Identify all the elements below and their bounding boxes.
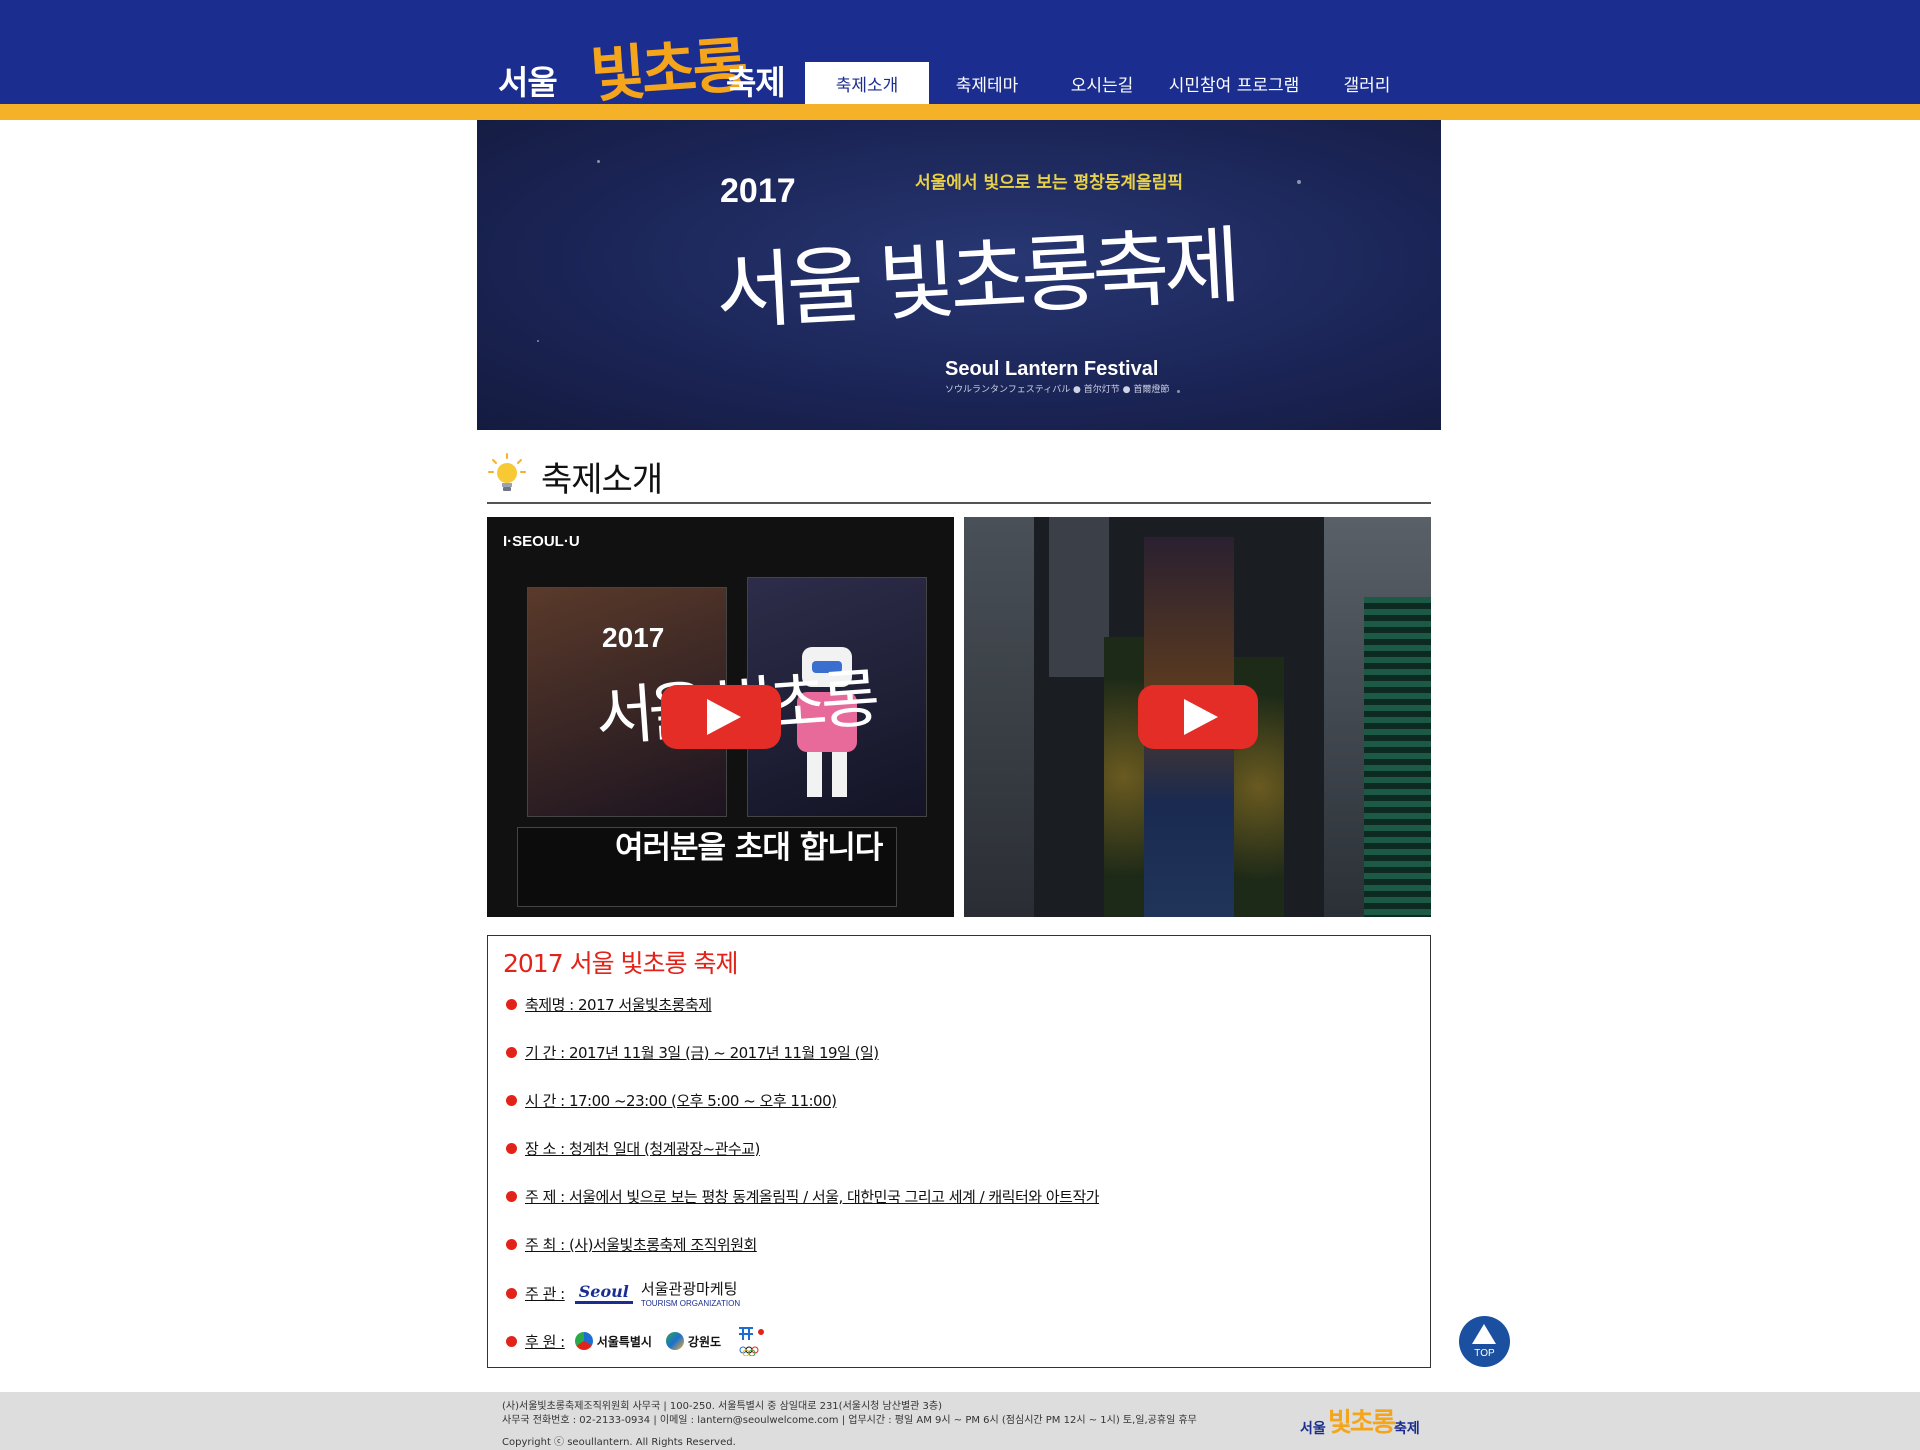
festival-banner: 2017 서울에서 빛으로 보는 평창동계올림픽 서울 빛초롱축제 Seoul … xyxy=(477,120,1441,430)
banner-sparkle xyxy=(1177,390,1180,393)
olympic-logo-icon xyxy=(739,1327,765,1356)
banner-sparkle xyxy=(597,160,600,163)
info-text: 시 간 : 17:00 ~23:00 (오후 5:00 ~ 오후 11:00) xyxy=(525,1091,837,1110)
lightbulb-icon xyxy=(488,453,526,491)
section-header: 축제소개 xyxy=(487,448,1431,504)
bullet-icon xyxy=(506,1046,517,1058)
banner-sparkle xyxy=(537,340,539,342)
banner-title: 서울 빛초롱축제 xyxy=(713,216,1238,342)
play-icon[interactable] xyxy=(661,685,781,749)
info-label: 후 원 : xyxy=(525,1332,565,1351)
bullet-icon xyxy=(506,1238,517,1250)
seoul-tourism-logo[interactable]: Seoul 서울관광마케팅 TOURISM ORGANIZATION xyxy=(574,1278,741,1308)
nav-item-directions[interactable]: 오시는길 xyxy=(1045,62,1159,104)
info-title: 2017 서울 빛초롱 축제 xyxy=(503,949,738,978)
footer-contact: 사무국 전화번호 : 02-2133-0934 | 이메일 : lantern@… xyxy=(502,1415,1197,1426)
bullet-icon xyxy=(506,1190,517,1202)
bullet-icon xyxy=(506,1094,517,1106)
info-row-host: 주 최 : (사)서울빛초롱축제 조직위원회 xyxy=(506,1232,757,1256)
info-row-period: 기 간 : 2017년 11월 3일 (금) ~ 2017년 11월 19일 (… xyxy=(506,1040,879,1064)
nav-item-gallery[interactable]: 갤러리 xyxy=(1309,62,1425,104)
seoul-tourism-name: 서울관광마케팅 xyxy=(640,1280,738,1298)
info-text: 기 간 : 2017년 11월 3일 (금) ~ 2017년 11월 19일 (… xyxy=(525,1043,879,1062)
bullet-icon xyxy=(506,1142,517,1154)
banner-sparkle xyxy=(1297,180,1301,184)
info-row-theme: 주 제 : 서울에서 빛으로 보는 평창 동계올림픽 / 서울, 대한민국 그리… xyxy=(506,1184,1100,1208)
seoul-tourism-mark: Seoul xyxy=(574,1282,633,1304)
info-text: 주 제 : 서울에서 빛으로 보는 평창 동계올림픽 / 서울, 대한민국 그리… xyxy=(525,1187,1100,1206)
sponsor-logos: 서울특별시 강원도 xyxy=(574,1326,771,1356)
footer-copyright: Copyright ⓒ seoullantern. All Rights Res… xyxy=(502,1437,736,1448)
building-glass xyxy=(1364,597,1431,917)
banner-subtitle: 서울에서 빛으로 보는 평창동계올림픽 xyxy=(915,173,1183,193)
video-player-intro[interactable]: I·SEOUL·U 2017 서울 빛초롱 여러분을 초대 합니다 xyxy=(487,517,954,917)
gangwon-icon xyxy=(665,1332,684,1350)
video-caption: 여러분을 초대 합니다 xyxy=(615,830,883,866)
info-text: 주 최 : (사)서울빛초롱축제 조직위원회 xyxy=(525,1235,757,1254)
info-row-name: 축제명 : 2017 서울빛초롱축제 xyxy=(506,992,712,1016)
info-row-sponsors: 후 원 : 서울특별시 강원도 xyxy=(506,1326,771,1356)
info-row-organizer: 주 관 : Seoul 서울관광마케팅 TOURISM ORGANIZATION xyxy=(506,1278,740,1308)
info-row-time: 시 간 : 17:00 ~23:00 (오후 5:00 ~ 오후 11:00) xyxy=(506,1088,837,1112)
info-text: 장 소 : 청계천 일대 (청계광장~관수교) xyxy=(525,1139,760,1158)
banner-multilingual: ソウルランタンフェスティバル ● 首尔灯节 ● 首爾燈節 xyxy=(945,385,1170,395)
festival-info-box: 2017 서울 빛초롱 축제 축제명 : 2017 서울빛초롱축제 기 간 : … xyxy=(487,935,1431,1368)
footer-logo-lantern: 빛초롱 xyxy=(1328,1408,1396,1438)
bullet-icon xyxy=(506,1335,517,1347)
building-left xyxy=(964,517,1034,917)
sponsor-gangwon: 강원도 xyxy=(687,1334,722,1349)
footer-logo-seoul: 서울 xyxy=(1300,1421,1326,1437)
logo-text-seoul: 서울 xyxy=(498,63,558,102)
trees-left xyxy=(1104,637,1144,917)
banner-english-title: Seoul Lantern Festival xyxy=(945,358,1159,380)
main-nav: 축제소개 축제테마 오시는길 시민참여 프로그램 갤러리 xyxy=(805,62,1425,104)
bullet-icon xyxy=(506,998,517,1010)
site-header: 서울 빛초롱 축제 축제소개 축제테마 오시는길 시민참여 프로그램 갤러리 xyxy=(0,0,1920,112)
footer-address: (사)서울빛초롱축제조직위원회 사무국 | 100-250. 서울특별시 중 삼… xyxy=(502,1401,942,1412)
footer-logo-festival: 축제 xyxy=(1394,1421,1420,1437)
info-row-place: 장 소 : 청계천 일대 (청계광장~관수교) xyxy=(506,1136,760,1160)
header-accent-stripe xyxy=(0,104,1920,120)
sponsor-seoul: 서울특별시 xyxy=(596,1334,652,1349)
seoul-tourism-sub: TOURISM ORGANIZATION xyxy=(640,1299,741,1308)
logo-text-lantern: 빛초롱 xyxy=(588,30,747,112)
video-year: 2017 xyxy=(602,622,665,653)
banner-year: 2017 xyxy=(720,172,796,210)
building-left-2 xyxy=(1049,517,1109,677)
top-button-label: TOP xyxy=(1474,1348,1495,1359)
nav-item-citizen-program[interactable]: 시민참여 프로그램 xyxy=(1159,62,1309,104)
info-label: 주 관 : xyxy=(525,1284,565,1303)
site-footer: (사)서울빛초롱축제조직위원회 사무국 | 100-250. 서울특별시 중 삼… xyxy=(0,1392,1920,1450)
scroll-to-top-button[interactable]: TOP xyxy=(1459,1316,1510,1367)
section-title: 축제소개 xyxy=(541,460,663,500)
info-text: 축제명 : 2017 서울빛초롱축제 xyxy=(525,995,712,1014)
play-icon[interactable] xyxy=(1138,685,1258,749)
bullet-icon xyxy=(506,1287,517,1299)
logo-text-festival: 축제 xyxy=(726,63,786,102)
footer-logo: 서울 빛초롱 축제 xyxy=(1300,1400,1420,1440)
video-brand: I·SEOUL·U xyxy=(503,533,580,550)
site-logo[interactable]: 서울 빛초롱 축제 xyxy=(498,18,788,112)
nav-item-theme[interactable]: 축제테마 xyxy=(929,62,1045,104)
seoul-city-icon xyxy=(574,1332,593,1350)
video-player-aerial[interactable] xyxy=(964,517,1431,917)
nav-item-intro[interactable]: 축제소개 xyxy=(805,62,929,104)
